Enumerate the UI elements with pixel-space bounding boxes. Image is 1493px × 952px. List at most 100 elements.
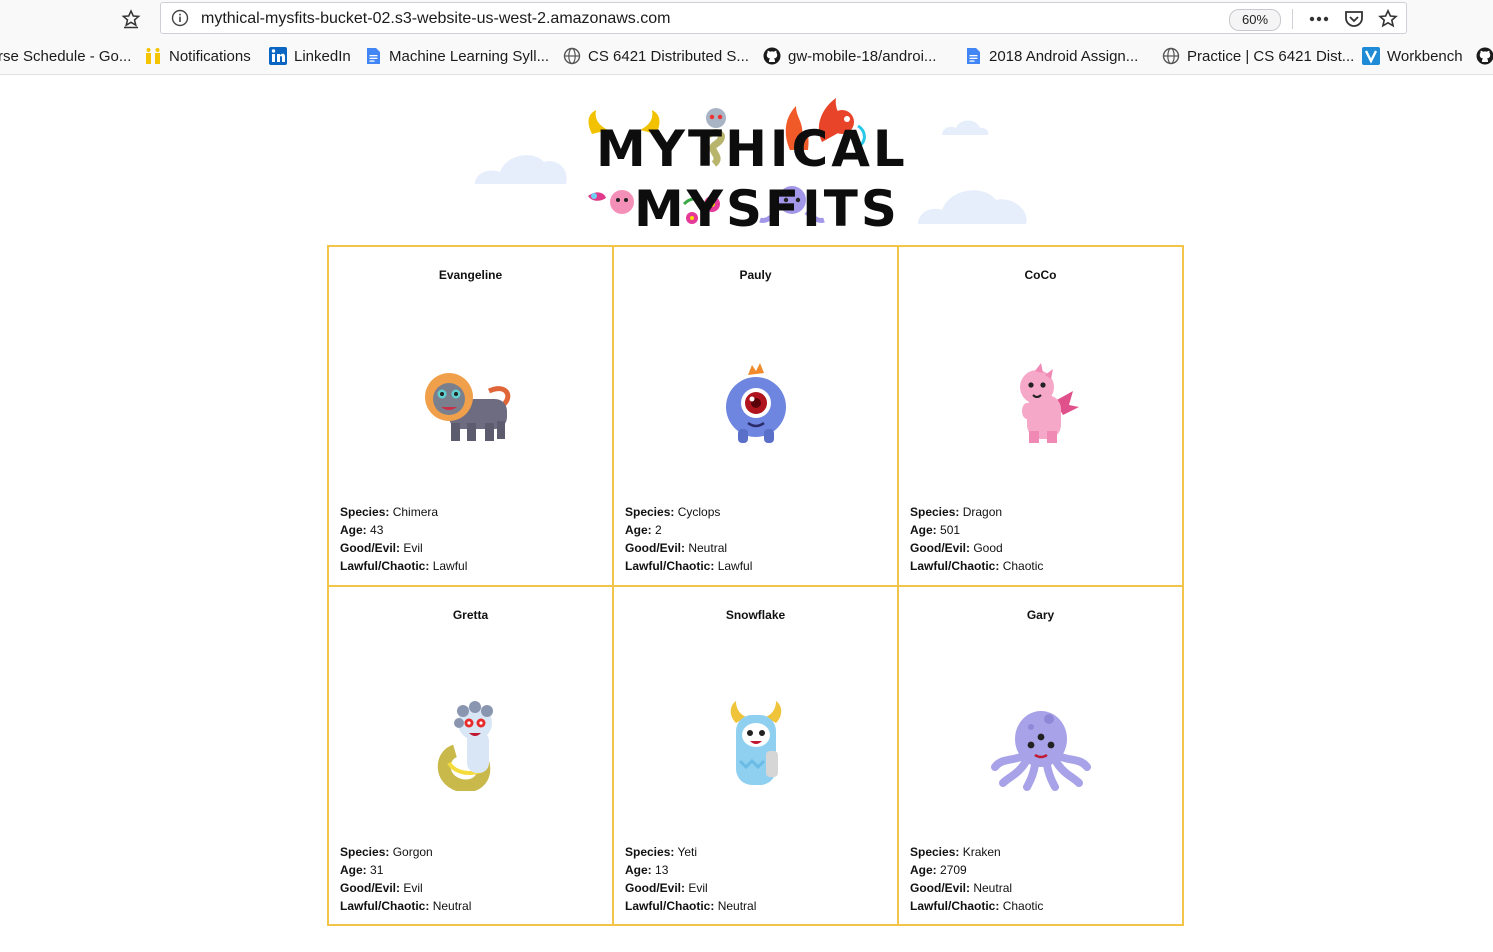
bookmark-label: 2018 Android Assign... [989, 47, 1139, 65]
bookmark-cs6421-distributed[interactable]: CS 6421 Distributed S... [563, 46, 749, 66]
species-label: Species: [340, 845, 390, 859]
species-label: Species: [340, 505, 390, 519]
bookmark-linkedin[interactable]: LinkedIn [269, 46, 351, 66]
library-icon[interactable] [118, 6, 144, 32]
browser-toolbar: mythical-mysfits-bucket-02.s3-website-us… [0, 0, 1493, 38]
github-icon [763, 47, 781, 65]
mysfit-card-gary[interactable]: Gary Species: Kraken Age: 2709 Good/Evil… [897, 585, 1184, 926]
species-value: Cyclops [677, 505, 721, 519]
bookmark-course-schedule[interactable]: rse Schedule - Go... [0, 46, 131, 66]
url-text[interactable]: mythical-mysfits-bucket-02.s3-website-us… [201, 10, 670, 28]
age-label: Age: [340, 523, 367, 537]
age-value: 31 [370, 863, 384, 877]
logo-line-1: MYTHICAL [596, 120, 908, 178]
good-evil-value: Evil [688, 881, 708, 895]
bookmark-github-overflow[interactable] [1476, 46, 1493, 66]
yeti-image[interactable] [706, 701, 806, 791]
lawful-chaotic-label: Lawful/Chaotic: [625, 559, 715, 573]
lawful-chaotic-value: Lawful [432, 559, 468, 573]
mysfit-card-pauly[interactable]: Pauly Species: Cyclops Age: 2 Good/Evil:… [612, 245, 899, 587]
lawful-chaotic-value: Chaotic [1002, 899, 1044, 913]
bookmark-practice-cs6421[interactable]: Practice | CS 6421 Dist... [1162, 46, 1354, 66]
doc-icon [967, 48, 980, 64]
bookmark-label: rse Schedule - Go... [0, 47, 132, 65]
species-value: Dragon [962, 505, 1003, 519]
age-label: Age: [340, 863, 367, 877]
species-label: Species: [625, 505, 675, 519]
mysfit-details: Species: Chimera Age: 43 Good/Evil: Evil… [340, 503, 467, 575]
species-value: Yeti [677, 845, 698, 859]
zoom-level-badge[interactable]: 60% [1229, 9, 1281, 31]
lawful-chaotic-value: Neutral [432, 899, 472, 913]
bookmark-gw-mobile[interactable]: gw-mobile-18/androi... [763, 46, 936, 66]
chimera-image[interactable] [421, 361, 521, 451]
bookmark-android-assignment[interactable]: 2018 Android Assign... [964, 46, 1138, 66]
species-value: Chimera [392, 505, 439, 519]
gorgon-image[interactable] [421, 701, 521, 791]
lawful-chaotic-value: Lawful [717, 559, 753, 573]
species-label: Species: [910, 505, 960, 519]
page-actions-icon[interactable] [1308, 8, 1330, 30]
bookmark-star-icon[interactable] [1377, 8, 1399, 30]
bookmarks-toolbar: rse Schedule - Go... Notifications Linke… [0, 38, 1493, 75]
mysfit-name: Gary [1026, 608, 1055, 622]
mysfit-name: Gretta [452, 608, 489, 622]
good-evil-value: Evil [403, 541, 423, 555]
mysfit-name: Snowflake [725, 608, 786, 622]
kraken-image[interactable] [990, 701, 1091, 791]
mysfit-details: Species: Cyclops Age: 2 Good/Evil: Neutr… [625, 503, 752, 575]
lawful-chaotic-label: Lawful/Chaotic: [910, 899, 1000, 913]
lawful-chaotic-label: Lawful/Chaotic: [340, 559, 430, 573]
bookmark-label: CS 6421 Distributed S... [588, 47, 749, 65]
mysfit-card-snowflake[interactable]: Snowflake Species: Yeti Age: 13 Good/Evi… [612, 585, 899, 926]
mysfit-details: Species: Gorgon Age: 31 Good/Evil: Evil … [340, 843, 471, 915]
mysfit-card-gretta[interactable]: Gretta Species: Gorgon Age: 31 Good/Evil… [327, 585, 614, 926]
bookmark-machine-learning[interactable]: Machine Learning Syll... [364, 46, 549, 66]
mysfit-details: Species: Dragon Age: 501 Good/Evil: Good… [910, 503, 1043, 575]
age-value: 2709 [940, 863, 967, 877]
age-label: Age: [625, 523, 652, 537]
url-separator [1292, 9, 1293, 29]
species-label: Species: [910, 845, 960, 859]
globe-icon [1162, 47, 1180, 65]
age-value: 2 [655, 523, 662, 537]
bookmark-label: Notifications [169, 47, 251, 65]
mysfit-details: Species: Yeti Age: 13 Good/Evil: Evil La… [625, 843, 756, 915]
good-evil-value: Good [973, 541, 1003, 555]
mysfits-grid: Evangeline Species: Chimera Age: 43 Good… [327, 245, 1184, 926]
info-icon[interactable] [171, 9, 189, 27]
bookmark-label: Workbench [1387, 47, 1463, 65]
age-label: Age: [625, 863, 652, 877]
lawful-chaotic-label: Lawful/Chaotic: [625, 899, 715, 913]
mysfit-details: Species: Kraken Age: 2709 Good/Evil: Neu… [910, 843, 1043, 915]
mysfit-name: Evangeline [438, 268, 503, 282]
linkedin-icon [269, 47, 287, 65]
bookmark-label: LinkedIn [294, 47, 351, 65]
lawful-chaotic-label: Lawful/Chaotic: [910, 559, 1000, 573]
good-evil-label: Good/Evil: [340, 881, 400, 895]
species-value: Gorgon [392, 845, 433, 859]
lawful-chaotic-label: Lawful/Chaotic: [340, 899, 430, 913]
species-label: Species: [625, 845, 675, 859]
good-evil-value: Neutral [973, 881, 1013, 895]
mysfit-card-coco[interactable]: CoCo Species: Dragon Age: 501 Good/Evil:… [897, 245, 1184, 587]
good-evil-label: Good/Evil: [340, 541, 400, 555]
age-label: Age: [910, 863, 937, 877]
cyclops-image[interactable] [706, 361, 806, 451]
lawful-chaotic-value: Neutral [717, 899, 757, 913]
bookmark-notifications[interactable]: Notifications [144, 46, 251, 66]
good-evil-value: Evil [403, 881, 423, 895]
address-bar[interactable]: mythical-mysfits-bucket-02.s3-website-us… [160, 2, 1407, 34]
mysfit-name: CoCo [1024, 268, 1057, 282]
bookmark-workbench[interactable]: Workbench [1362, 46, 1463, 66]
dragon-image[interactable] [991, 361, 1091, 451]
mythical-mysfits-logo[interactable]: MYTHICAL MYSFITS [470, 92, 1040, 242]
age-value: 13 [655, 863, 669, 877]
good-evil-label: Good/Evil: [625, 541, 685, 555]
good-evil-label: Good/Evil: [625, 881, 685, 895]
good-evil-label: Good/Evil: [910, 881, 970, 895]
pocket-icon[interactable] [1343, 8, 1365, 30]
mysfit-card-evangeline[interactable]: Evangeline Species: Chimera Age: 43 Good… [327, 245, 614, 587]
lawful-chaotic-value: Chaotic [1002, 559, 1044, 573]
mysfit-name: Pauly [739, 268, 772, 282]
